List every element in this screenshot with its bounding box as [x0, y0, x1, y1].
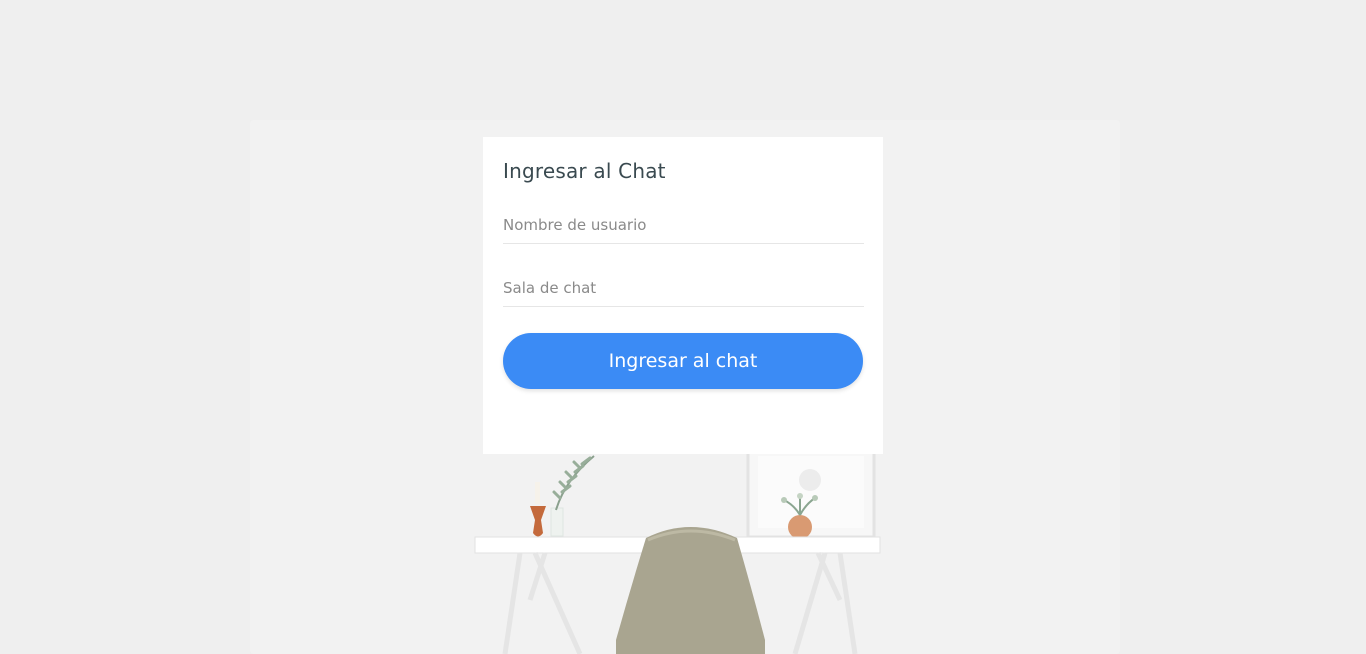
join-chat-button[interactable]: Ingresar al chat	[503, 333, 863, 389]
login-title: Ingresar al Chat	[503, 159, 666, 183]
username-input[interactable]	[503, 206, 864, 244]
candle-holder	[530, 506, 546, 537]
plant-pot	[788, 515, 812, 539]
chat-room-input[interactable]	[503, 269, 864, 307]
glass-vase	[550, 507, 564, 537]
candle	[535, 482, 540, 504]
login-card: Ingresar al Chat Ingresar al chat	[483, 137, 883, 454]
